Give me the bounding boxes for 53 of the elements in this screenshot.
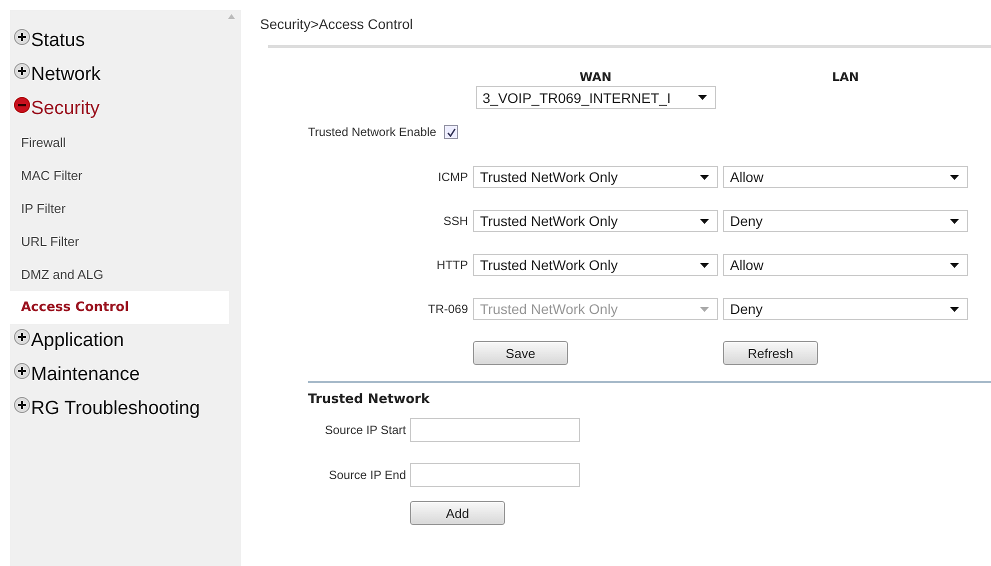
minus-icon <box>14 97 30 113</box>
dropdown-caret-icon <box>700 174 709 180</box>
checkbox-label: Trusted Network Enable <box>308 125 436 139</box>
dropdown[interactable]: 3_VOIP_TR069_INTERNET_I <box>476 86 716 109</box>
plus-icon <box>14 329 30 345</box>
sidebar-menu-item[interactable]: RG Troubleshooting <box>10 392 241 426</box>
dropdown[interactable]: Deny <box>723 210 968 232</box>
action-button[interactable]: Refresh <box>723 341 818 365</box>
dropdown-caret-icon <box>950 174 959 180</box>
dropdown-caret-icon <box>698 95 706 100</box>
protocol-label: TR-069 <box>428 301 468 318</box>
dropdown-caret-icon <box>700 306 709 312</box>
dropdown-caret-icon <box>950 306 959 312</box>
sidebar-menu-item[interactable]: Status <box>10 24 241 58</box>
field-label: Source IP End <box>328 468 406 482</box>
section-title: Trusted Network <box>308 392 430 407</box>
field-label: Source IP Start <box>324 422 406 436</box>
plus-icon <box>14 29 30 45</box>
scroll-up-arrow-icon[interactable] <box>228 14 235 19</box>
add-button[interactable]: Add <box>410 501 505 525</box>
dropdown-caret-icon <box>950 218 959 224</box>
protocol-label: HTTP <box>436 257 468 274</box>
column-header: LAN <box>832 70 859 84</box>
input-field[interactable] <box>410 462 580 486</box>
breadcrumb: Security>Access Control <box>260 16 413 32</box>
protocol-label: ICMP <box>438 169 468 186</box>
dropdown[interactable]: Allow <box>723 254 968 276</box>
protocol-label: SSH <box>443 213 468 230</box>
sidebar-submenu-item[interactable]: URL Filter <box>10 225 229 258</box>
column-header: WAN <box>579 70 612 84</box>
sidebar-submenu-item[interactable]: DMZ and ALG <box>10 258 229 291</box>
plus-icon <box>14 63 30 79</box>
checkbox[interactable] <box>444 125 458 139</box>
sidebar-submenu-item[interactable]: Access Control <box>10 291 229 324</box>
sidebar-submenu-item[interactable]: IP Filter <box>10 192 229 225</box>
dropdown-caret-icon <box>950 262 959 268</box>
dropdown[interactable]: Trusted NetWork Only <box>473 166 718 188</box>
sidebar-submenu-item[interactable]: MAC Filter <box>10 159 229 192</box>
action-button[interactable]: Save <box>473 341 568 365</box>
sidebar-submenu-item[interactable]: Firewall <box>10 126 229 159</box>
sidebar-menu-item[interactable]: Application <box>10 324 241 358</box>
input-field[interactable] <box>410 418 580 442</box>
dropdown[interactable]: Deny <box>723 298 968 320</box>
dropdown-caret-icon <box>700 262 709 268</box>
sidebar-menu-item[interactable]: Network <box>10 58 241 92</box>
plus-icon <box>14 397 30 413</box>
plus-icon <box>14 363 30 379</box>
sidebar-menu-item[interactable]: Security <box>10 92 241 126</box>
dropdown[interactable]: Trusted NetWork Only <box>473 254 718 276</box>
sidebar-menu-item[interactable]: Maintenance <box>10 358 241 392</box>
dropdown-caret-icon <box>700 218 709 224</box>
dropdown[interactable]: Trusted NetWork Only <box>473 210 718 232</box>
dropdown[interactable]: Allow <box>723 166 968 188</box>
